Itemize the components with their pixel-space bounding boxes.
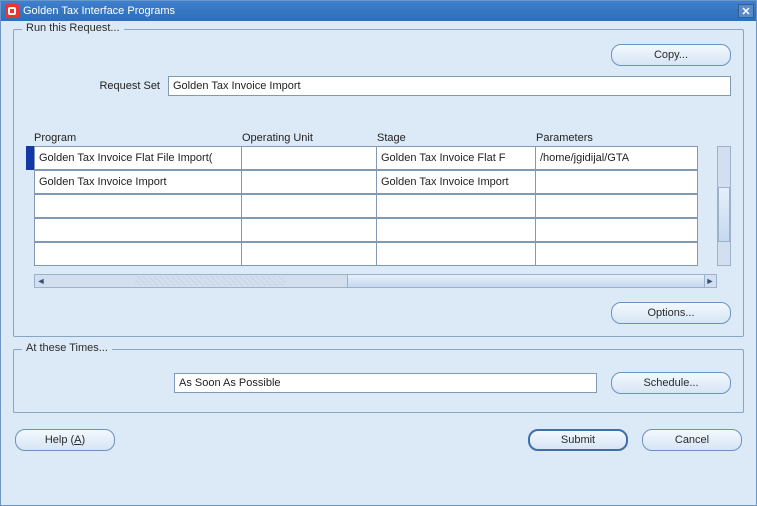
frame-run-request-title: Run this Request...	[22, 22, 124, 34]
cell-program[interactable]	[34, 242, 242, 266]
cell-operating-unit[interactable]	[242, 218, 377, 242]
row-indicator-active[interactable]	[26, 146, 34, 170]
col-header-parameters: Parameters	[536, 132, 698, 146]
scroll-hatch	[135, 276, 285, 286]
vertical-scrollbar[interactable]	[717, 146, 731, 266]
row-indicator[interactable]	[26, 194, 34, 218]
cell-parameters[interactable]	[536, 170, 698, 194]
cell-operating-unit[interactable]	[242, 242, 377, 266]
help-button[interactable]: Help (A)	[15, 429, 115, 451]
vertical-scroll-thumb[interactable]	[718, 187, 730, 242]
table-row	[34, 194, 717, 218]
window-golden-tax: Golden Tax Interface Programs Run this R…	[0, 0, 757, 506]
cancel-button[interactable]: Cancel	[642, 429, 742, 451]
schedule-time-field[interactable]: As Soon As Possible	[174, 373, 597, 393]
bottom-button-row: Help (A) Submit Cancel	[13, 425, 744, 453]
cell-parameters[interactable]	[536, 242, 698, 266]
oracle-icon	[5, 4, 19, 18]
row-indicator[interactable]	[26, 218, 34, 242]
cell-parameters[interactable]: /home/jgidijal/GTA	[536, 146, 698, 170]
table-row: Golden Tax Invoice Flat File Import( Gol…	[34, 146, 717, 170]
titlebar: Golden Tax Interface Programs	[1, 1, 756, 21]
col-header-stage: Stage	[377, 132, 536, 146]
horizontal-scrollbar[interactable]: ◄ ►	[34, 274, 717, 288]
close-button[interactable]	[738, 4, 754, 18]
row-indicator[interactable]	[26, 242, 34, 266]
horizontal-scroll-thumb[interactable]	[347, 275, 705, 287]
cell-stage[interactable]: Golden Tax Invoice Flat F	[377, 146, 536, 170]
cell-operating-unit[interactable]	[242, 146, 377, 170]
table-row	[34, 218, 717, 242]
cell-program[interactable]: Golden Tax Invoice Import	[34, 170, 242, 194]
programs-grid: Program Operating Unit Stage Parameters	[26, 132, 731, 288]
cell-stage[interactable]	[377, 194, 536, 218]
request-set-label: Request Set	[26, 80, 160, 92]
copy-button[interactable]: Copy...	[611, 44, 731, 66]
close-icon	[742, 7, 750, 15]
options-button[interactable]: Options...	[611, 302, 731, 324]
col-header-program: Program	[34, 132, 242, 146]
schedule-button[interactable]: Schedule...	[611, 372, 731, 394]
frame-times-title: At these Times...	[22, 342, 112, 354]
help-button-suffix: )	[82, 434, 86, 446]
help-button-prefix: Help (	[45, 434, 74, 446]
cell-stage[interactable]	[377, 218, 536, 242]
col-header-operating-unit: Operating Unit	[242, 132, 377, 146]
table-row: Golden Tax Invoice Import Golden Tax Inv…	[34, 170, 717, 194]
cell-stage[interactable]: Golden Tax Invoice Import	[377, 170, 536, 194]
table-row	[34, 242, 717, 266]
scroll-right-icon[interactable]: ►	[704, 275, 716, 287]
frame-at-these-times: At these Times... As Soon As Possible Sc…	[13, 349, 744, 413]
cell-program[interactable]: Golden Tax Invoice Flat File Import(	[34, 146, 242, 170]
cell-operating-unit[interactable]	[242, 194, 377, 218]
cell-parameters[interactable]	[536, 194, 698, 218]
cell-program[interactable]	[34, 218, 242, 242]
request-set-field[interactable]: Golden Tax Invoice Import	[168, 76, 731, 96]
cell-stage[interactable]	[377, 242, 536, 266]
cell-program[interactable]	[34, 194, 242, 218]
submit-button[interactable]: Submit	[528, 429, 628, 451]
help-button-key: A	[74, 434, 81, 446]
window-title: Golden Tax Interface Programs	[23, 5, 175, 17]
cell-parameters[interactable]	[536, 218, 698, 242]
scroll-left-icon[interactable]: ◄	[35, 275, 47, 287]
row-indicators	[26, 146, 34, 266]
frame-run-request: Run this Request... Copy... Request Set …	[13, 29, 744, 337]
row-indicator[interactable]	[26, 170, 34, 194]
cell-operating-unit[interactable]	[242, 170, 377, 194]
